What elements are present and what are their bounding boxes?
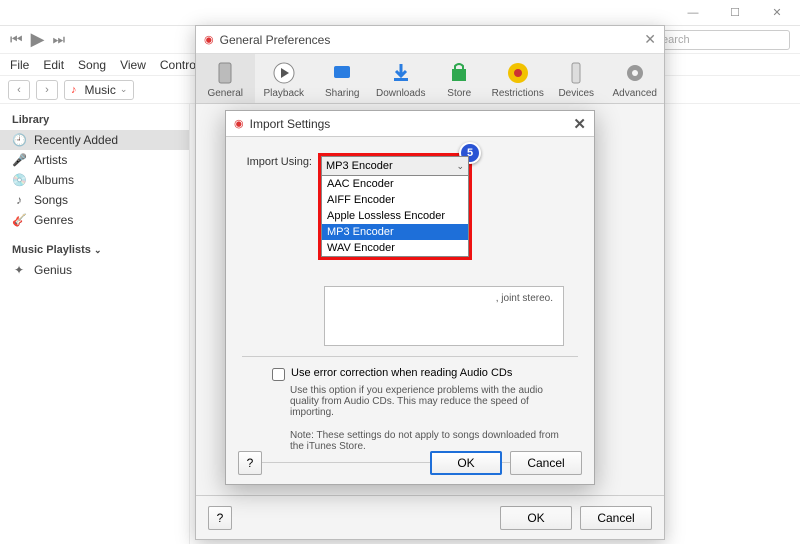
sidebar-item-label: Genres (34, 213, 73, 227)
tab-label: Store (447, 88, 471, 99)
sidebar-item-recently-added[interactable]: 🕘 Recently Added (0, 130, 189, 150)
nav-forward-button[interactable]: › (36, 80, 58, 100)
playback-icon (271, 60, 297, 86)
itunes-icon: ◉ (234, 117, 244, 130)
tab-label: Sharing (325, 88, 359, 99)
tab-devices[interactable]: Devices (547, 54, 606, 103)
sidebar-item-label: Artists (34, 153, 67, 167)
import-using-value: MP3 Encoder (326, 160, 393, 172)
album-icon: 💿 (12, 173, 26, 187)
error-correction-checkbox[interactable] (272, 368, 285, 381)
sidebar: Library 🕘 Recently Added 🎤 Artists 💿 Albums… (0, 104, 190, 544)
sidebar-item-label: Genius (34, 263, 72, 277)
encoder-option[interactable]: AIFF Encoder (322, 192, 468, 208)
window-titlebar: — ☐ ✕ (0, 0, 800, 26)
chevron-down-icon: ⌄ (456, 161, 464, 172)
import-settings-dialog: ◉ Import Settings ✕ Import Using: 5 MP3 … (225, 110, 595, 485)
divider (242, 356, 578, 357)
cancel-button[interactable]: Cancel (580, 506, 652, 530)
sidebar-header-library: Library (0, 110, 189, 130)
preferences-tabs: General Playback Sharing Downloads Store… (196, 54, 664, 104)
details-text: , joint stereo. (496, 293, 553, 304)
import-using-select[interactable]: MP3 Encoder ⌄ (321, 156, 469, 176)
help-button[interactable]: ? (238, 451, 262, 475)
sidebar-item-albums[interactable]: 💿 Albums (0, 170, 189, 190)
chevron-down-icon[interactable]: ⌄ (94, 245, 102, 255)
import-using-label: Import Using: (242, 153, 318, 168)
restrictions-icon (505, 60, 531, 86)
music-icon: ♪ (71, 84, 77, 96)
chevron-down-icon: ⌄ (525, 261, 533, 272)
menu-song[interactable]: Song (78, 58, 106, 72)
encoder-option[interactable]: WAV Encoder (322, 240, 468, 256)
preferences-title: General Preferences (220, 33, 331, 47)
preferences-titlebar[interactable]: ◉ General Preferences ✕ (196, 26, 664, 54)
minimize-button[interactable]: — (676, 4, 710, 22)
tab-advanced[interactable]: Advanced (606, 54, 665, 103)
gear-icon (622, 60, 648, 86)
cancel-button[interactable]: Cancel (510, 451, 582, 475)
sidebar-item-genres[interactable]: 🎸 Genres (0, 210, 189, 230)
guitar-icon: 🎸 (12, 213, 26, 227)
encoder-option[interactable]: AAC Encoder (322, 176, 468, 192)
tab-label: Advanced (613, 88, 657, 99)
tab-label: Downloads (376, 88, 425, 99)
highlight-box: 5 MP3 Encoder ⌄ AAC Encoder AIFF Encoder… (318, 153, 472, 260)
tab-store[interactable]: Store (430, 54, 489, 103)
menu-controls[interactable]: Control (160, 58, 199, 72)
menu-edit[interactable]: Edit (43, 58, 64, 72)
error-correction-note: Use this option if you experience proble… (290, 385, 560, 418)
menu-file[interactable]: File (10, 58, 29, 72)
download-icon (388, 60, 414, 86)
nav-back-button[interactable]: ‹ (8, 80, 30, 100)
close-icon[interactable]: ✕ (573, 115, 586, 133)
tab-sharing[interactable]: Sharing (313, 54, 372, 103)
encoder-option[interactable]: Apple Lossless Encoder (322, 208, 468, 224)
tab-label: Playback (263, 88, 304, 99)
tab-restrictions[interactable]: Restrictions (489, 54, 548, 103)
sidebar-item-artists[interactable]: 🎤 Artists (0, 150, 189, 170)
encoder-dropdown-list: AAC Encoder AIFF Encoder Apple Lossless … (321, 176, 469, 257)
mic-icon: 🎤 (12, 153, 26, 167)
import-titlebar[interactable]: ◉ Import Settings ✕ (226, 111, 594, 137)
details-box: , joint stereo. (324, 286, 564, 346)
sidebar-item-songs[interactable]: ♪ Songs (0, 190, 189, 210)
store-icon (446, 60, 472, 86)
sidebar-item-label: Songs (34, 193, 68, 207)
chevron-down-icon: ⌄ (120, 84, 128, 95)
sidebar-item-label: Recently Added (34, 133, 118, 147)
help-button[interactable]: ? (208, 506, 232, 530)
menu-view[interactable]: View (120, 58, 146, 72)
tab-downloads[interactable]: Downloads (372, 54, 431, 103)
sharing-icon (329, 60, 355, 86)
close-button[interactable]: ✕ (760, 4, 794, 22)
encoder-option-selected[interactable]: MP3 Encoder (322, 224, 468, 240)
note-icon: ♪ (12, 193, 26, 207)
sidebar-header-playlists: Music Playlists ⌄ (0, 240, 189, 260)
category-selector[interactable]: ♪ Music ⌄ (64, 80, 134, 100)
tab-label: General (207, 88, 243, 99)
general-icon (212, 60, 238, 86)
ok-button[interactable]: OK (500, 506, 572, 530)
prev-track-icon[interactable]: ⏮ (10, 31, 23, 48)
sidebar-item-genius[interactable]: ✦ Genius (0, 260, 189, 280)
clock-icon: 🕘 (12, 133, 26, 147)
play-icon[interactable]: ▶ (31, 29, 45, 50)
tab-general[interactable]: General (196, 54, 255, 103)
genius-icon: ✦ (12, 263, 26, 277)
error-correction-label: Use error correction when reading Audio … (291, 367, 512, 379)
tab-label: Restrictions (492, 88, 544, 99)
tab-playback[interactable]: Playback (255, 54, 314, 103)
close-icon[interactable]: ✕ (644, 31, 656, 48)
tab-label: Devices (558, 88, 594, 99)
itunes-icon: ◉ (204, 33, 214, 46)
next-track-icon[interactable]: ⏭ (52, 31, 65, 48)
maximize-button[interactable]: ☐ (718, 4, 752, 22)
sidebar-item-label: Albums (34, 173, 74, 187)
ok-button[interactable]: OK (430, 451, 502, 475)
category-label: Music (85, 83, 116, 97)
devices-icon (563, 60, 589, 86)
import-title: Import Settings (250, 117, 331, 131)
